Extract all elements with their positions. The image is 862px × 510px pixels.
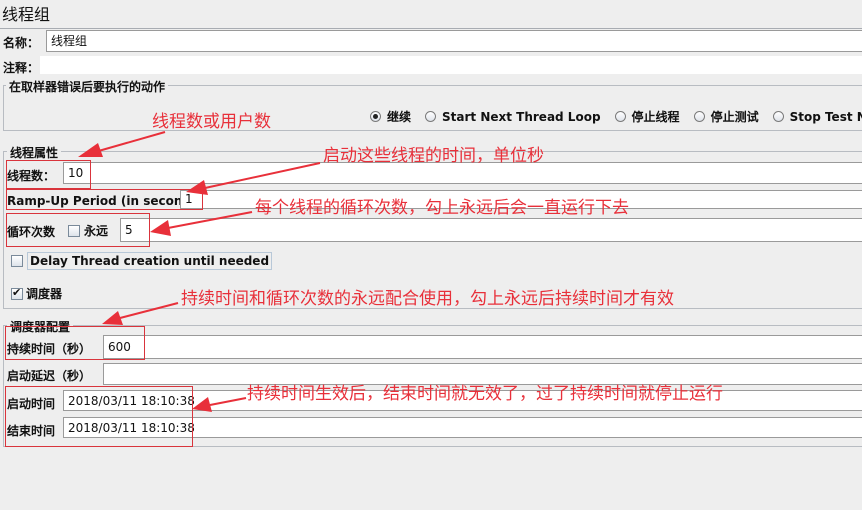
arrow-loop — [150, 211, 253, 236]
arrow-scheduler — [102, 302, 179, 325]
arrow-times — [192, 397, 247, 412]
arrow-rampup — [186, 162, 321, 195]
annotation-arrows — [78, 131, 321, 412]
arrow-threads — [78, 131, 166, 157]
